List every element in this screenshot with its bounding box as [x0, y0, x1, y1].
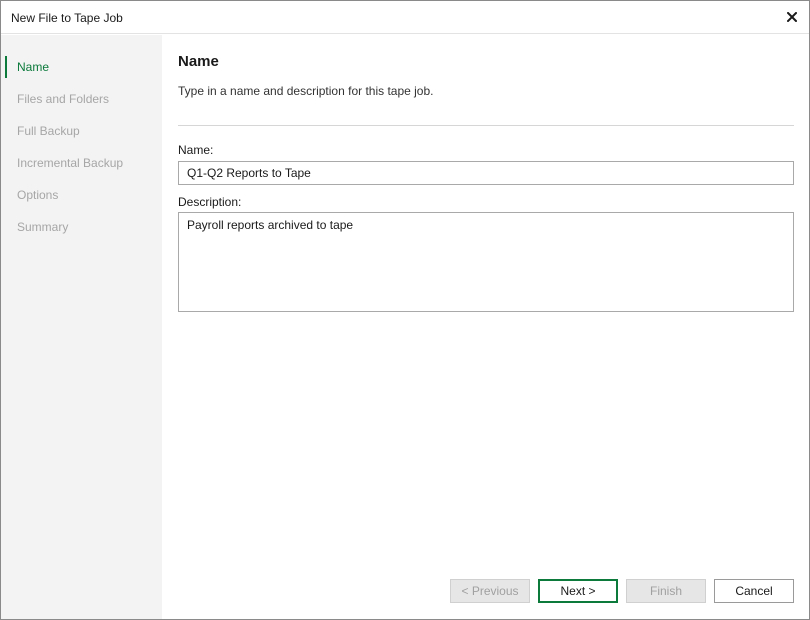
- wizard-steps-sidebar: Name Files and Folders Full Backup Incre…: [1, 35, 162, 619]
- close-button[interactable]: [781, 6, 803, 28]
- sidebar-item-full-backup[interactable]: Full Backup: [5, 120, 162, 142]
- page-title: Name: [178, 53, 219, 70]
- close-icon: [787, 12, 797, 22]
- sidebar-item-incremental-backup[interactable]: Incremental Backup: [5, 152, 162, 174]
- header-divider: [178, 125, 794, 126]
- previous-button[interactable]: < Previous: [450, 579, 530, 603]
- title-bar: New File to Tape Job: [1, 1, 809, 34]
- name-label: Name:: [178, 143, 214, 157]
- step-content: Name Type in a name and description for …: [162, 35, 809, 619]
- description-textarea[interactable]: Payroll reports archived to tape: [178, 212, 794, 312]
- name-input[interactable]: [178, 161, 794, 185]
- sidebar-item-options[interactable]: Options: [5, 184, 162, 206]
- page-description: Type in a name and description for this …: [178, 84, 434, 98]
- wizard-window: New File to Tape Job Name Files and Fold…: [0, 0, 810, 620]
- sidebar-item-files-and-folders[interactable]: Files and Folders: [5, 88, 162, 110]
- window-title: New File to Tape Job: [11, 11, 123, 25]
- finish-button[interactable]: Finish: [626, 579, 706, 603]
- description-label: Description:: [178, 195, 242, 209]
- sidebar-item-summary[interactable]: Summary: [5, 216, 162, 238]
- next-button[interactable]: Next >: [538, 579, 618, 603]
- cancel-button[interactable]: Cancel: [714, 579, 794, 603]
- sidebar-item-name[interactable]: Name: [5, 56, 162, 78]
